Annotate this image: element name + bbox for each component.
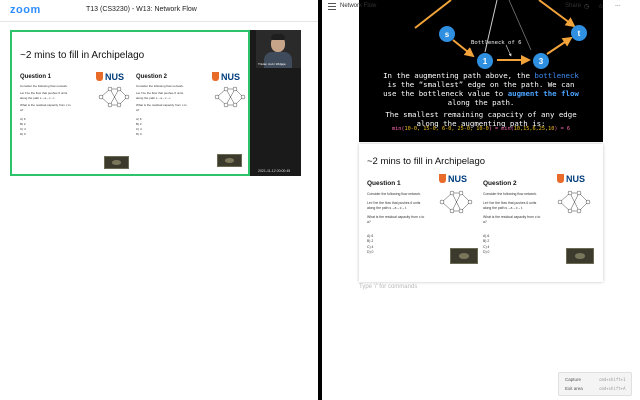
new-block-input[interactable]: Type '/' for commands [359,284,417,290]
augmenting-path-figure: s 1 3 t Bottleneck of 6 In the augmentin… [359,0,603,142]
q2-line4: What is the residual capacity from c to [136,103,187,107]
video-thumbnail-q2[interactable] [217,154,242,167]
page-title-breadcrumb[interactable]: Network Flow [340,3,376,9]
q1-line3: along the path s→a→c→t. [367,206,407,210]
q1-line5: a? [367,220,371,224]
participant-name: Tristan Jovin Widjaja [258,62,286,66]
question-1-title: Question 1 [20,74,52,80]
q1-line3: along the path s→a→c→t. [20,96,56,100]
screen: zoom T13 (CS3230) - W13: Network Flow ~2… [0,0,640,400]
q2-line5: a? [136,108,140,112]
flow-network-diagram-q2 [557,190,591,214]
share-button[interactable]: Share [565,3,581,9]
nus-crest-icon [96,72,103,81]
zoom-window: zoom T13 (CS3230) - W13: Network Flow ~2… [0,0,320,400]
q2-line4: What is the residual capacity from c to [483,214,541,219]
star-icon[interactable]: ☆ [598,3,603,10]
node-t-label: t [578,29,581,38]
flow-network-diagram-q1 [98,86,130,108]
question-2-title: Question 2 [136,74,168,80]
shared-screen[interactable]: ~2 mins to fill in Archipelago Question … [10,30,250,176]
q1-line1: Consider the following flow network. [20,84,68,88]
nus-logo-text: NUS [448,174,468,184]
nus-crest-icon [557,174,564,183]
question-2-block: Question 2 Consider the following flow n… [483,180,540,256]
explanation-line-2: is the “smallest” edge on the path. We c… [387,80,575,89]
explanation2-line-1: The smallest remaining capacity of any e… [385,110,577,119]
notion-window: s 1 3 t Bottleneck of 6 In the augmentin… [322,0,640,400]
question-2-block: Question 2 Consider the following flow n… [136,74,187,137]
q2-line1: Consider the following flow network. [136,84,184,88]
participant-video-tile[interactable]: Tristan Jovin Widjaja [256,30,301,68]
bottleneck-pointer [505,44,512,57]
q2-line1: Consider the following flow network. [483,192,538,196]
video-thumbnail-q1[interactable] [450,248,478,264]
nus-logo-text: NUS [566,174,586,184]
q2-line3: along the path s→a→c→t. [136,96,172,100]
slide-heading: ~2 mins to fill in Archipelago [20,50,145,61]
bottleneck-formula: min(10-0, 15-0, 6-0, 25-0, 10-0) = min(1… [391,126,571,132]
bottleneck-label: Bottleneck of 6 [471,40,522,46]
capture-option[interactable]: Capture [565,377,581,382]
more-icon[interactable]: ··· [615,3,621,10]
explanation-line-4: along the path. [447,98,515,107]
q2-line3: along the path s→a→c→t. [483,206,523,210]
question-1-block: Question 1 Consider the following flow n… [367,180,424,256]
capture-popup: Capture cmd+shift+1 Exit area cmd+shift+… [558,372,632,396]
q1-option-d: D) 0 [367,250,374,254]
node-1-label: 1 [483,57,488,66]
edge-3-t [546,36,573,55]
q1-option-d: D) 0 [20,132,26,136]
q2-option-d: D) 0 [136,132,142,136]
meeting-title: T13 (CS3230) - W13: Network Flow [86,6,197,13]
question-2-title: Question 2 [483,180,517,187]
zoom-title-bar: zoom T13 (CS3230) - W13: Network Flow [0,0,320,22]
node-3-label: 3 [539,57,544,66]
slide-heading: ~2 mins to fill in Archipelago [367,156,486,167]
zoom-video-stage: ~2 mins to fill in Archipelago Question … [10,30,301,176]
flow-network-diagram-q2 [214,86,246,108]
recording-timestamp: 2021-11-12 00:00:45 [258,169,291,173]
q1-line4: What is the residual capacity from c to [367,214,425,219]
capture-shortcut: cmd+shift+1 [599,377,626,382]
q1-line5: a? [20,108,24,112]
video-thumbnail-q2[interactable] [566,248,594,264]
clock-icon[interactable]: ◷ [584,3,589,10]
q2-line5: a? [483,220,487,224]
q1-line4: What is the residual capacity from c to [20,103,71,107]
question-1-block: Question 1 Consider the following flow n… [20,74,71,137]
q1-line1: Consider the following flow network. [367,192,422,196]
nus-logo-text: NUS [105,72,125,82]
node-s-label: s [445,30,450,39]
explanation-line-1: In the augmenting path above, the bottle… [383,71,579,80]
q2-option-d: D) 0 [483,250,490,254]
nus-logo-text: NUS [221,72,241,82]
video-thumbnail-q1[interactable] [104,156,129,169]
flow-network-diagram-q1 [439,190,473,214]
exit-area-shortcut: cmd+shift+A [599,386,626,391]
question-1-title: Question 1 [367,180,401,187]
sidebar-menu-icon[interactable] [328,3,336,11]
notion-top-bar: Network Flow Share ◷ ☆ ··· [322,0,640,16]
nus-crest-icon [439,174,446,183]
zoom-logo: zoom [10,4,41,16]
exit-area-option[interactable]: Exit area [565,386,583,391]
explanation-line-3: use the bottleneck value to augment the … [383,89,579,98]
edge-s-1 [452,39,475,58]
embedded-slide-image[interactable]: ~2 mins to fill in Archipelago Question … [359,144,603,282]
nus-crest-icon [212,72,219,81]
